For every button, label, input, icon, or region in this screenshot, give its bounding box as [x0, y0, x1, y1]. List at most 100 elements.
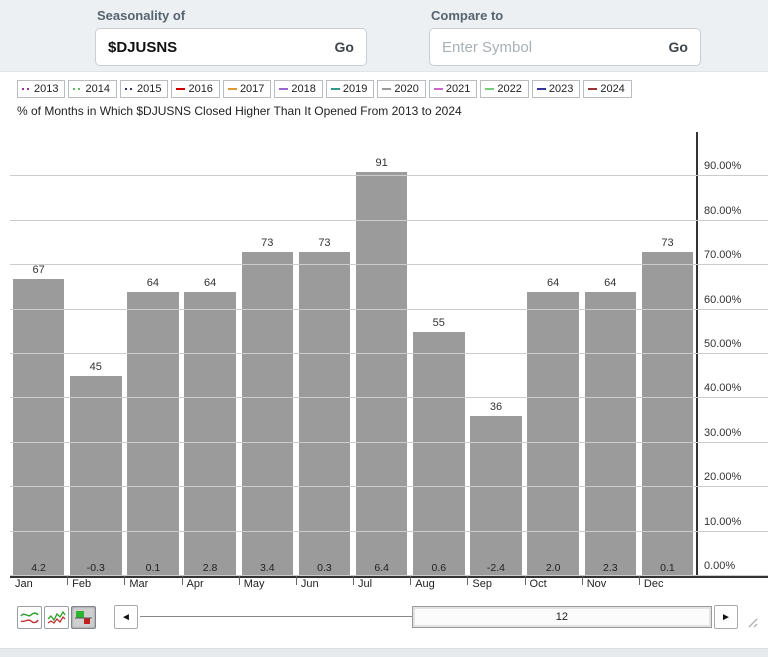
legend-year-label: 2022 [497, 83, 521, 95]
histogram-chart-icon[interactable] [71, 606, 96, 629]
legend-item-2014[interactable]: 2014 [68, 80, 116, 98]
compare-symbol-input[interactable] [442, 39, 661, 56]
legend-year-label: 2021 [446, 83, 470, 95]
legend-line-marker-icon [228, 88, 237, 90]
bar-column-jul: 916.4 [353, 132, 410, 576]
y-axis-tick-label: 30.00% [704, 427, 766, 439]
legend-year-label: 2017 [240, 83, 264, 95]
bar-nov[interactable] [585, 292, 636, 576]
price-line-chart-icon[interactable] [44, 606, 69, 629]
bar-feb[interactable] [70, 376, 121, 576]
bar-apr[interactable] [184, 292, 235, 576]
bar-value-label: 36 [467, 401, 524, 413]
legend-item-2018[interactable]: 2018 [274, 80, 322, 98]
gridline [10, 264, 768, 265]
legend-year-label: 2024 [600, 83, 624, 95]
bar-column-apr: 642.8 [182, 132, 239, 576]
compare-label: Compare to [431, 8, 701, 23]
legend-line-marker-icon [382, 88, 391, 90]
month-label-jul: Jul [353, 578, 410, 596]
bar-value-label: 64 [582, 277, 639, 289]
bar-may[interactable] [242, 252, 293, 576]
bar-avg-change-label: -0.3 [67, 562, 124, 574]
month-label-may: May [239, 578, 296, 596]
bar-avg-change-label: 0.3 [296, 562, 353, 574]
legend-item-2019[interactable]: 2019 [326, 80, 374, 98]
bar-chart: 674.245-0.3640.1642.8733.4730.3916.4550.… [10, 132, 768, 576]
compare-group: Compare to Go [429, 6, 701, 71]
seasonality-go-button[interactable]: Go [327, 39, 354, 55]
seasonality-chart-panel: 2013 2014 2015 2016 2017 2018 2019 2020 2021 2022… [0, 80, 768, 630]
bar-column-may: 733.4 [239, 132, 296, 576]
legend-year-label: 2015 [137, 83, 161, 95]
compare-input-box: Go [429, 28, 701, 66]
seasonality-input-box: Go [95, 28, 367, 66]
bar-aug[interactable] [413, 332, 464, 576]
y-axis-line [696, 132, 698, 576]
bar-avg-change-label: 0.1 [124, 562, 181, 574]
month-label-apr: Apr [182, 578, 239, 596]
bar-value-label: 73 [639, 237, 696, 249]
bar-column-dec: 730.1 [639, 132, 696, 576]
legend-year-label: 2013 [34, 83, 58, 95]
gridline [10, 486, 768, 487]
y-axis-tick-label: 40.00% [704, 382, 766, 394]
y-axis-tick-label: 70.00% [704, 249, 766, 261]
legend-year-label: 2019 [343, 83, 367, 95]
bar-dec[interactable] [642, 252, 693, 576]
chart-title: % of Months in Which $DJUSNS Closed High… [17, 104, 768, 118]
legend-item-2013[interactable]: 2013 [17, 80, 65, 98]
month-label-sep: Sep [467, 578, 524, 596]
legend-item-2024[interactable]: 2024 [583, 80, 631, 98]
month-label-jun: Jun [296, 578, 353, 596]
y-axis-tick-label: 0.00% [704, 560, 766, 572]
y-axis-tick-label: 80.00% [704, 205, 766, 217]
bar-column-mar: 640.1 [124, 132, 181, 576]
year-legend: 2013 2014 2015 2016 2017 2018 2019 2020 2021 2022… [17, 80, 768, 98]
bar-avg-change-label: 2.0 [525, 562, 582, 574]
gridline [10, 531, 768, 532]
bar-mar[interactable] [127, 292, 178, 576]
month-label-mar: Mar [124, 578, 181, 596]
seasonality-group: Seasonality of Go [95, 6, 367, 71]
scrollbar-track[interactable]: 12 [140, 605, 712, 629]
gridline [10, 442, 768, 443]
legend-item-2021[interactable]: 2021 [429, 80, 477, 98]
bar-sep[interactable] [470, 416, 521, 576]
y-axis-tick-label: 60.00% [704, 294, 766, 306]
scroll-right-button[interactable]: ► [714, 605, 738, 629]
bar-avg-change-label: -2.4 [467, 562, 524, 574]
smooth-line-chart-icon[interactable] [17, 606, 42, 629]
legend-line-marker-icon [331, 88, 340, 90]
legend-item-2015[interactable]: 2015 [120, 80, 168, 98]
legend-line-marker-icon [537, 88, 546, 90]
scroll-left-button[interactable]: ◄ [114, 605, 138, 629]
bar-column-jun: 730.3 [296, 132, 353, 576]
legend-item-2017[interactable]: 2017 [223, 80, 271, 98]
gridline [10, 353, 768, 354]
compare-go-button[interactable]: Go [661, 39, 688, 55]
bar-avg-change-label: 4.2 [10, 562, 67, 574]
bar-jul[interactable] [356, 172, 407, 576]
bar-jun[interactable] [299, 252, 350, 576]
legend-line-marker-icon [279, 88, 288, 90]
legend-line-marker-icon [22, 88, 31, 90]
legend-line-marker-icon [176, 88, 185, 90]
gridline [10, 309, 768, 310]
plot-area: 674.245-0.3640.1642.8733.4730.3916.4550.… [10, 132, 696, 576]
seasonality-symbol-input[interactable] [108, 39, 327, 56]
legend-item-2022[interactable]: 2022 [480, 80, 528, 98]
month-label-dec: Dec [639, 578, 696, 596]
scrollbar-thumb[interactable]: 12 [412, 606, 712, 628]
resize-grip-icon[interactable] [744, 614, 758, 628]
bar-column-jan: 674.2 [10, 132, 67, 576]
legend-item-2023[interactable]: 2023 [532, 80, 580, 98]
legend-line-marker-icon [434, 88, 443, 90]
legend-item-2020[interactable]: 2020 [377, 80, 425, 98]
month-label-nov: Nov [582, 578, 639, 596]
bar-oct[interactable] [527, 292, 578, 576]
legend-line-marker-icon [73, 88, 82, 90]
legend-item-2016[interactable]: 2016 [171, 80, 219, 98]
legend-year-label: 2018 [291, 83, 315, 95]
bar-avg-change-label: 0.1 [639, 562, 696, 574]
